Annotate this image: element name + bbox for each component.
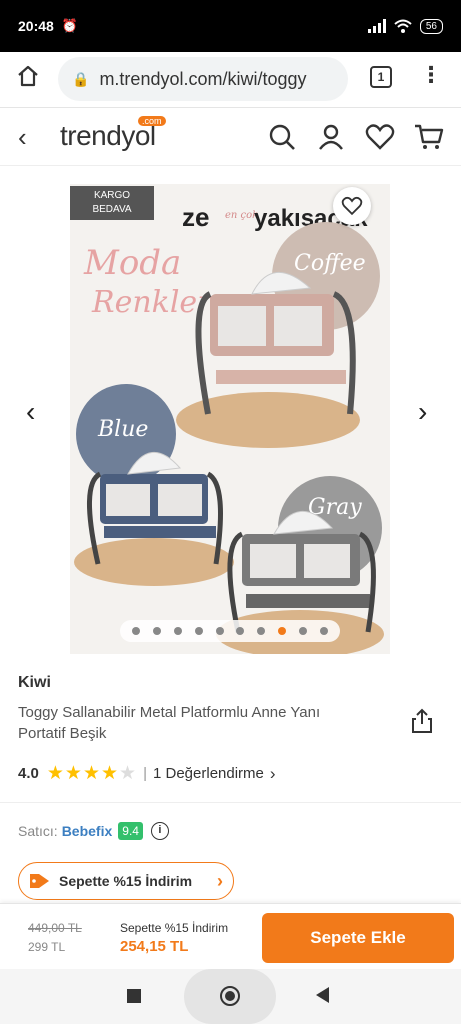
star-icon: ★ (64, 763, 82, 784)
pagination-dot[interactable] (153, 627, 162, 635)
account-icon[interactable] (317, 123, 345, 151)
share-icon[interactable] (410, 708, 434, 734)
tab-switcher-button[interactable]: 1 (370, 66, 392, 88)
previous-image-arrow-icon[interactable]: ‹ (26, 396, 35, 428)
star-icon: ★ (82, 763, 100, 784)
list-price: 299 TL (28, 940, 66, 954)
rating-separator: | (143, 765, 147, 782)
pagination-dot[interactable] (194, 627, 203, 635)
script-title-2: Renkler (91, 285, 213, 320)
cart-discount-promo[interactable]: Sepette %15 İndirim › (18, 862, 234, 900)
cradle-illustration: ze en çok yakışacak Moda Renkler Coffee … (70, 184, 390, 654)
system-nav-bar (0, 969, 461, 1024)
status-bar: 20:48 ⏰ 56 (0, 0, 461, 52)
seller-row: Satıcı: Bebefix 9.4 i (18, 822, 169, 840)
chevron-right-icon: › (217, 870, 223, 891)
product-image[interactable]: ze en çok yakışacak Moda Renkler Coffee … (70, 184, 390, 654)
signal-icon (367, 19, 386, 33)
search-icon[interactable] (268, 123, 296, 151)
star-icon: ★ (101, 763, 119, 784)
pagination-dot[interactable] (215, 627, 224, 635)
cart-discount-label: Sepette %15 İndirim (120, 921, 229, 935)
script-title-1: Moda (83, 243, 181, 283)
favorites-icon[interactable] (365, 123, 395, 151)
tag-icon (30, 874, 49, 888)
add-to-favorites-button[interactable] (333, 187, 371, 225)
product-name: Toggy Sallanabilir Metal Platformlu Anne… (18, 704, 321, 742)
logo-badge: .com (138, 116, 166, 126)
gallery-pagination (120, 620, 340, 642)
star-icon: ★ (119, 763, 137, 784)
bottom-action-bar: 449,00 TL 299 TL Sepette %15 İndirim 254… (0, 903, 461, 969)
pagination-dot[interactable] (319, 627, 328, 635)
rating-stars: ★★★★★ (47, 762, 137, 785)
seller-label: Satıcı: (18, 823, 58, 839)
pagination-dot[interactable] (257, 627, 266, 635)
cargo-line-1: KARGO (93, 190, 131, 201)
blue-label: Blue (97, 417, 148, 442)
pagination-dot[interactable] (277, 627, 286, 635)
free-shipping-badge: KARGO BEDAVA (70, 186, 154, 220)
url-text: m.trendyol.com/kiwi/toggy (99, 68, 307, 89)
banner-text: ze (182, 202, 209, 232)
wifi-icon (394, 19, 412, 33)
product-brand[interactable]: Kiwi (18, 674, 51, 692)
alarm-icon: ⏰ (61, 18, 78, 33)
seller-score-badge: 9.4 (118, 822, 143, 840)
browser-menu-icon[interactable]: ⋮ (420, 62, 442, 88)
review-count-link[interactable]: 1 Değerlendirme (153, 765, 264, 782)
browser-toolbar: 🔒 m.trendyol.com/kiwi/toggy 1 ⋮ (0, 52, 461, 108)
home-icon[interactable] (16, 64, 40, 88)
status-time: 20:48 (18, 18, 54, 34)
heart-icon (341, 196, 363, 216)
recents-icon[interactable] (127, 989, 141, 1003)
back-arrow-icon[interactable]: ‹ (18, 122, 27, 153)
lock-icon: 🔒 (72, 70, 90, 87)
product-gallery[interactable]: ze en çok yakışacak Moda Renkler Coffee … (0, 166, 461, 658)
discounted-price: 254,15 TL (120, 938, 189, 955)
home-button[interactable] (184, 969, 276, 1024)
site-header: ‹ trendyol .com (0, 108, 461, 166)
add-to-cart-button[interactable]: Sepete Ekle (262, 913, 454, 963)
coffee-label: Coffee (294, 251, 366, 276)
old-price: 449,00 TL (28, 921, 82, 935)
pagination-dot[interactable] (236, 627, 245, 635)
info-icon[interactable]: i (150, 822, 169, 840)
pagination-dot[interactable] (298, 627, 307, 635)
cart-icon[interactable] (414, 123, 444, 151)
rating-score: 4.0 (18, 765, 39, 782)
star-icon: ★ (46, 763, 64, 784)
battery-indicator: 56 (419, 18, 443, 34)
chevron-right-icon: › (269, 763, 276, 783)
rating-row[interactable]: 4.0 ★★★★★ | 1 Değerlendirme › (18, 762, 276, 785)
status-right: 56 (367, 18, 443, 34)
section-divider (0, 802, 461, 803)
pagination-dot[interactable] (173, 627, 182, 635)
next-image-arrow-icon[interactable]: › (418, 396, 427, 428)
promo-label: Sepette %15 İndirim (59, 873, 193, 889)
pagination-dot[interactable] (132, 627, 141, 635)
home-circle-icon (220, 986, 240, 1006)
address-bar[interactable]: 🔒 m.trendyol.com/kiwi/toggy (58, 57, 348, 101)
cargo-line-2: BEDAVA (92, 204, 132, 215)
seller-name-link[interactable]: Bebefix (62, 823, 113, 839)
back-triangle-icon[interactable] (316, 987, 329, 1003)
